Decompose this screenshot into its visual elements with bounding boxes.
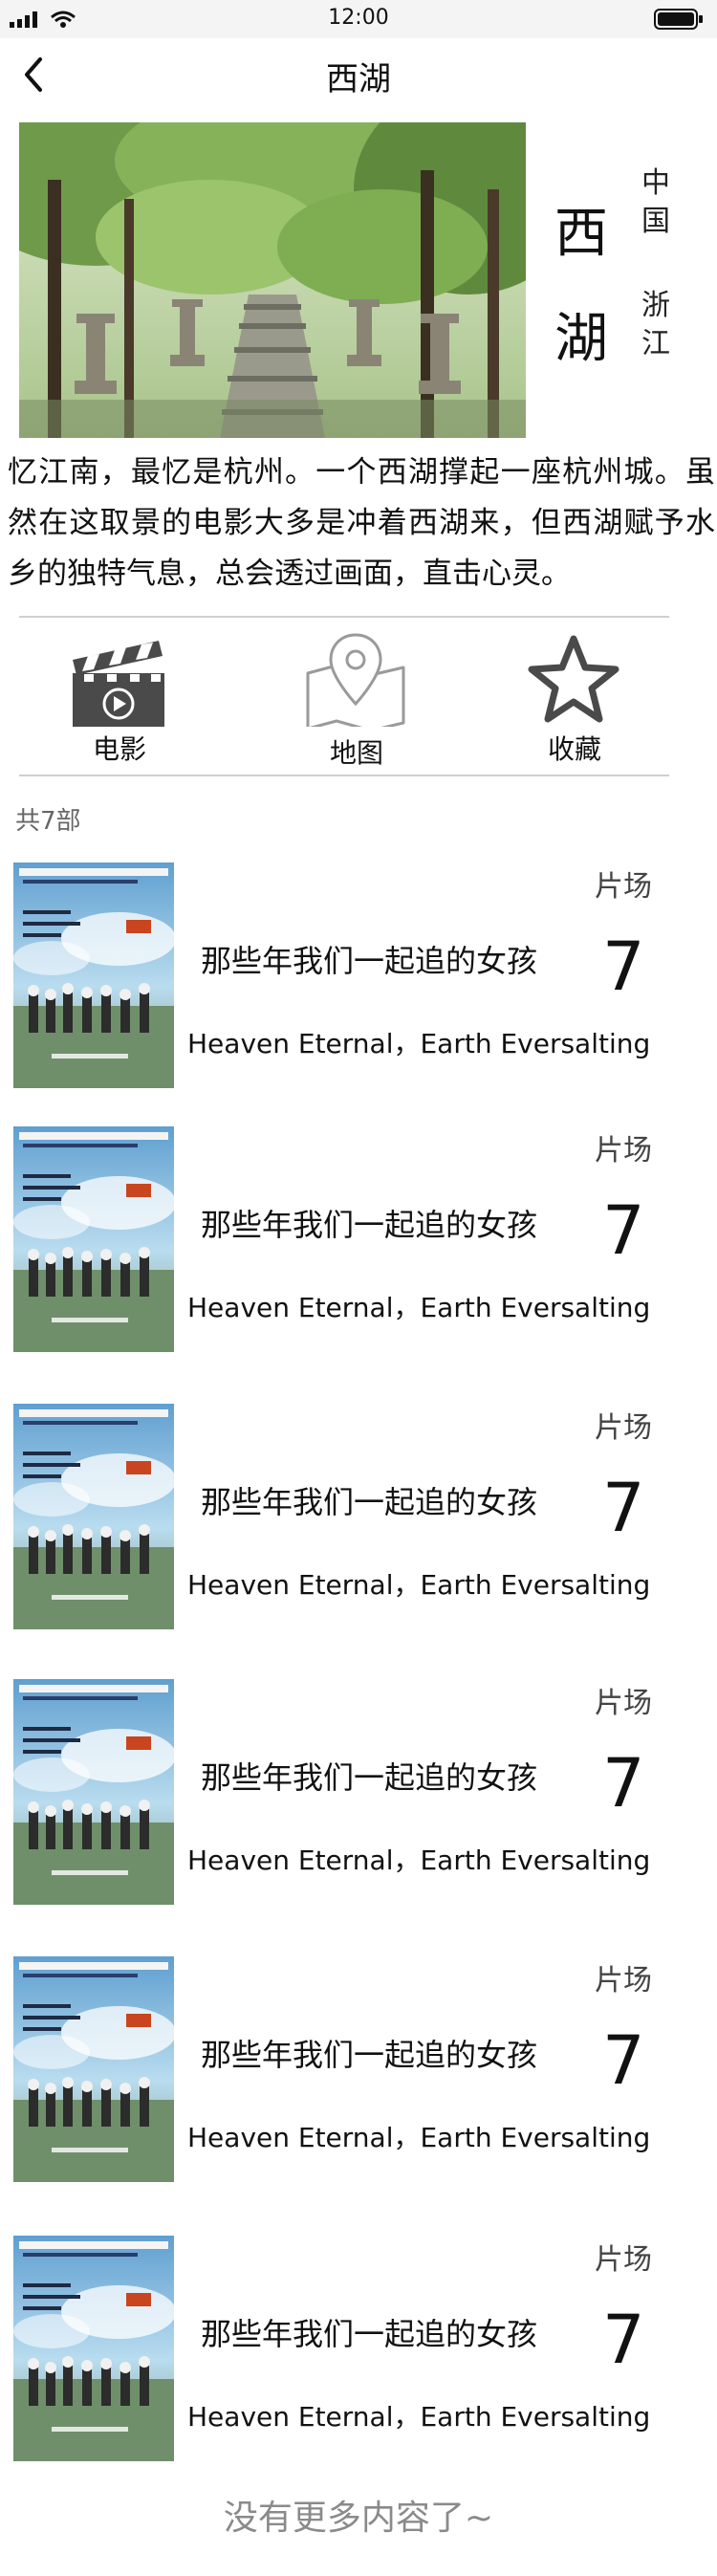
place-country: 中国 bbox=[641, 166, 670, 238]
film-score: 7 bbox=[602, 2301, 645, 2379]
film-score: 7 bbox=[602, 1469, 645, 1547]
divider bbox=[19, 775, 669, 776]
film-title: 那些年我们一起追的女孩 bbox=[201, 2316, 538, 2352]
status-bar: 12:00 bbox=[0, 0, 717, 38]
film-subtitle: Heaven Eternal，Earth Eversalting bbox=[187, 1569, 651, 1601]
map-label: 地图 bbox=[329, 737, 383, 769]
place-province: 浙江 bbox=[641, 289, 670, 360]
map-button[interactable]: 地图 bbox=[294, 631, 419, 775]
favorite-label: 收藏 bbox=[547, 733, 601, 765]
status-time: 12:00 bbox=[328, 6, 389, 30]
no-more-content: 没有更多内容了~ bbox=[223, 2499, 494, 2538]
film-row[interactable]: 片场 那些年我们一起追的女孩 7 Heaven Eternal，Earth Ev… bbox=[0, 1945, 717, 2222]
film-tag: 片场 bbox=[595, 1964, 652, 1997]
film-count: 共7部 bbox=[15, 807, 81, 836]
film-poster bbox=[13, 862, 176, 1088]
place-name-char: 湖 bbox=[554, 308, 608, 370]
description-text: 忆江南，最忆是杭州。一个西湖撑起一座杭州城。虽然在这取景的电影大多是冲着西湖来，… bbox=[8, 455, 715, 591]
film-tag: 片场 bbox=[595, 1411, 652, 1445]
nav-bar: 西湖 bbox=[0, 38, 717, 115]
film-subtitle: Heaven Eternal，Earth Eversalting bbox=[187, 1845, 651, 1876]
battery-icon bbox=[654, 8, 704, 34]
film-score: 7 bbox=[602, 2021, 645, 2100]
film-subtitle: Heaven Eternal，Earth Eversalting bbox=[187, 1292, 651, 1323]
film-row[interactable]: 片场 那些年我们一起追的女孩 7 Heaven Eternal，Earth Ev… bbox=[0, 2224, 717, 2501]
divider bbox=[19, 616, 669, 618]
place-photo bbox=[19, 122, 526, 438]
movies-button[interactable]: 电影 bbox=[57, 631, 182, 775]
film-tag: 片场 bbox=[595, 1134, 652, 1168]
film-row[interactable]: 片场 那些年我们一起追的女孩 7 Heaven Eternal，Earth Ev… bbox=[0, 1392, 717, 1670]
film-row[interactable]: 片场 那些年我们一起追的女孩 7 Heaven Eternal，Earth Ev… bbox=[0, 1668, 717, 1945]
film-row[interactable]: 片场 那些年我们一起追的女孩 7 Heaven Eternal，Earth Ev… bbox=[0, 1115, 717, 1392]
film-poster bbox=[13, 1679, 176, 1905]
film-score: 7 bbox=[602, 1744, 645, 1823]
place-description: 忆江南，最忆是杭州。一个西湖撑起一座杭州城。虽然在这取景的电影大多是冲着西湖来，… bbox=[8, 448, 715, 600]
film-subtitle: Heaven Eternal，Earth Eversalting bbox=[187, 2401, 651, 2433]
film-subtitle: Heaven Eternal，Earth Eversalting bbox=[187, 2122, 651, 2153]
film-row[interactable]: 片场 那些年我们一起追的女孩 7 Heaven Eternal，Earth Ev… bbox=[0, 851, 717, 1128]
film-subtitle: Heaven Eternal，Earth Eversalting bbox=[187, 1028, 651, 1059]
page-title: 西湖 bbox=[326, 60, 391, 98]
place-name: 西 湖 bbox=[554, 182, 608, 392]
film-title: 那些年我们一起追的女孩 bbox=[201, 1207, 538, 1243]
film-tag: 片场 bbox=[595, 1687, 652, 1720]
film-poster bbox=[13, 1126, 176, 1352]
film-tag: 片场 bbox=[595, 2243, 652, 2277]
film-score: 7 bbox=[602, 1191, 645, 1270]
film-tag: 片场 bbox=[595, 870, 652, 904]
favorite-button[interactable]: 收藏 bbox=[512, 631, 637, 775]
film-title: 那些年我们一起追的女孩 bbox=[201, 943, 538, 979]
film-title: 那些年我们一起追的女孩 bbox=[201, 1484, 538, 1520]
movies-label: 电影 bbox=[92, 733, 146, 765]
film-title: 那些年我们一起追的女孩 bbox=[201, 1759, 538, 1796]
film-poster bbox=[13, 1956, 176, 2182]
film-score: 7 bbox=[602, 928, 645, 1006]
film-poster bbox=[13, 1404, 176, 1629]
place-name-char: 西 bbox=[554, 203, 608, 265]
film-title: 那些年我们一起追的女孩 bbox=[201, 2037, 538, 2073]
film-poster bbox=[13, 2236, 176, 2461]
